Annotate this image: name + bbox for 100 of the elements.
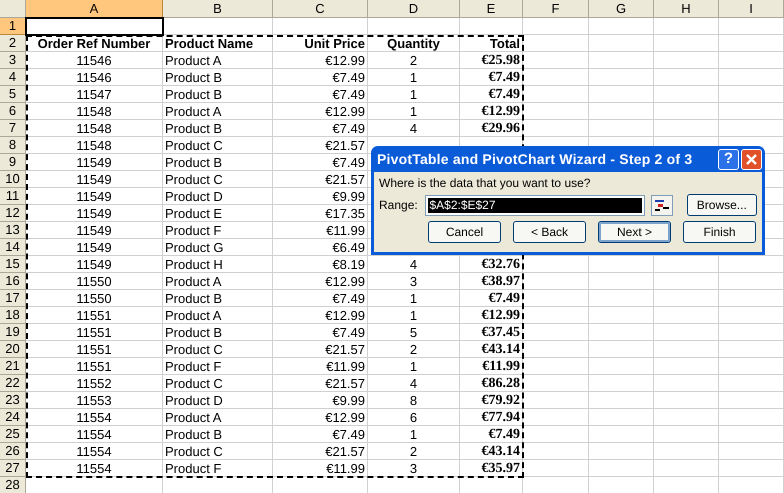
table-cell[interactable] [719, 290, 784, 307]
table-cell[interactable] [523, 273, 589, 290]
table-cell[interactable] [719, 443, 784, 460]
table-cell[interactable]: 11549 [26, 205, 163, 222]
column-header[interactable]: C [273, 0, 368, 18]
table-cell[interactable]: €35.97 [460, 460, 523, 477]
help-button[interactable]: ? [718, 148, 739, 170]
row-header[interactable]: 10 [0, 171, 26, 188]
row-header[interactable]: 7 [0, 120, 26, 137]
table-cell[interactable]: Product E [163, 205, 273, 222]
table-cell[interactable] [523, 426, 589, 443]
table-cell[interactable] [719, 86, 784, 103]
table-cell[interactable]: €7.49 [273, 324, 368, 341]
table-cell[interactable] [654, 392, 719, 409]
table-cell[interactable] [654, 341, 719, 358]
row-header[interactable]: 18 [0, 307, 26, 324]
table-cell[interactable]: €43.14 [460, 443, 523, 460]
table-cell[interactable]: €7.49 [273, 120, 368, 137]
table-cell[interactable] [654, 324, 719, 341]
table-cell[interactable]: 1 [368, 103, 460, 120]
table-cell[interactable]: 11548 [26, 137, 163, 154]
table-cell[interactable]: €7.49 [273, 86, 368, 103]
table-cell[interactable] [654, 86, 719, 103]
table-cell[interactable]: 11548 [26, 120, 163, 137]
table-cell[interactable]: €7.49 [460, 86, 523, 103]
row-header[interactable]: 4 [0, 69, 26, 86]
table-cell[interactable] [589, 256, 654, 273]
table-cell[interactable]: 11554 [26, 460, 163, 477]
row-header[interactable]: 6 [0, 103, 26, 120]
table-cell[interactable] [654, 358, 719, 375]
table-cell[interactable] [523, 307, 589, 324]
table-cell[interactable]: Product F [163, 222, 273, 239]
collapse-dialog-button[interactable] [651, 194, 673, 216]
table-cell[interactable] [523, 341, 589, 358]
table-cell[interactable]: 8 [368, 392, 460, 409]
table-cell[interactable]: 11547 [26, 86, 163, 103]
row-header[interactable]: 17 [0, 290, 26, 307]
column-header[interactable]: I [719, 0, 784, 18]
table-cell[interactable] [654, 273, 719, 290]
table-cell[interactable]: €12.99 [273, 52, 368, 69]
range-field[interactable]: $A$2:$E$27 [425, 194, 646, 216]
row-header[interactable]: 19 [0, 324, 26, 341]
row-header[interactable]: 5 [0, 86, 26, 103]
table-cell[interactable]: Product B [163, 290, 273, 307]
table-cell[interactable]: 11546 [26, 69, 163, 86]
table-cell[interactable] [523, 375, 589, 392]
table-cell[interactable]: 11548 [26, 103, 163, 120]
table-cell[interactable]: €9.99 [273, 188, 368, 205]
browse-button[interactable]: Browse... [686, 194, 758, 216]
table-cell[interactable]: €7.49 [460, 426, 523, 443]
table-cell[interactable] [589, 18, 654, 35]
table-cell[interactable]: Product C [163, 443, 273, 460]
table-cell[interactable] [719, 375, 784, 392]
table-cell[interactable] [589, 460, 654, 477]
table-cell[interactable]: Product C [163, 341, 273, 358]
table-cell[interactable] [523, 69, 589, 86]
table-cell[interactable] [589, 273, 654, 290]
table-cell[interactable]: Product D [163, 392, 273, 409]
table-cell[interactable] [589, 426, 654, 443]
column-header[interactable]: B [163, 0, 273, 18]
table-cell[interactable]: 11554 [26, 426, 163, 443]
table-cell[interactable] [654, 443, 719, 460]
table-cell[interactable] [654, 426, 719, 443]
table-cell[interactable] [719, 256, 784, 273]
header-cell[interactable]: Quantity [368, 35, 460, 52]
row-header[interactable]: 9 [0, 154, 26, 171]
active-cell[interactable] [26, 18, 163, 35]
row-header[interactable]: 16 [0, 273, 26, 290]
table-cell[interactable] [654, 256, 719, 273]
table-cell[interactable] [719, 426, 784, 443]
table-cell[interactable]: 11549 [26, 256, 163, 273]
dialog-button[interactable]: Next > [598, 221, 671, 243]
table-cell[interactable] [523, 86, 589, 103]
table-cell[interactable] [719, 52, 784, 69]
table-cell[interactable]: Product C [163, 375, 273, 392]
table-cell[interactable]: 1 [368, 290, 460, 307]
table-cell[interactable]: Product A [163, 103, 273, 120]
table-cell[interactable]: 11553 [26, 392, 163, 409]
table-cell[interactable] [589, 120, 654, 137]
table-cell[interactable] [654, 307, 719, 324]
table-cell[interactable] [523, 18, 589, 35]
table-cell[interactable]: 1 [368, 426, 460, 443]
table-cell[interactable]: 4 [368, 120, 460, 137]
table-cell[interactable]: €11.99 [273, 358, 368, 375]
table-cell[interactable]: €7.49 [273, 69, 368, 86]
table-cell[interactable] [654, 290, 719, 307]
table-cell[interactable]: 3 [368, 460, 460, 477]
table-cell[interactable]: Product A [163, 273, 273, 290]
table-cell[interactable] [719, 103, 784, 120]
table-cell[interactable]: €7.49 [273, 154, 368, 171]
table-cell[interactable]: 11551 [26, 307, 163, 324]
table-cell[interactable] [719, 324, 784, 341]
table-cell[interactable]: €7.49 [273, 290, 368, 307]
table-cell[interactable]: Product D [163, 188, 273, 205]
table-cell[interactable] [523, 392, 589, 409]
table-cell[interactable] [654, 375, 719, 392]
table-cell[interactable]: Product B [163, 324, 273, 341]
table-cell[interactable]: Product C [163, 171, 273, 188]
table-cell[interactable]: 11549 [26, 154, 163, 171]
header-cell[interactable] [654, 35, 719, 52]
